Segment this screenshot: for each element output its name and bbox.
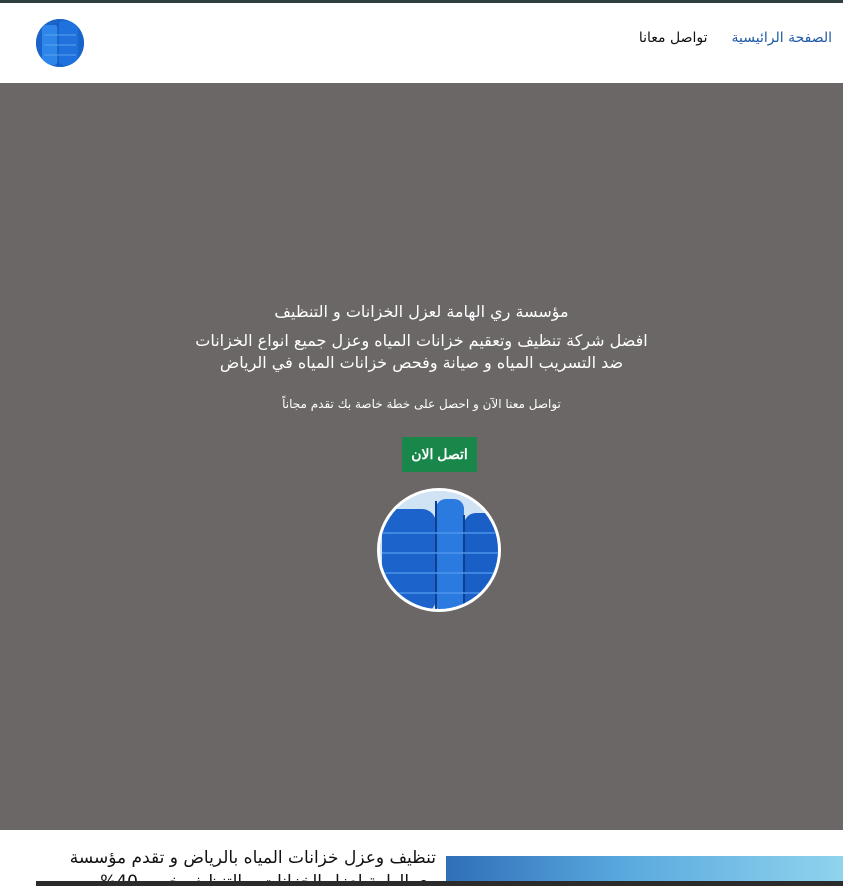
hero-description: افضل شركة تنظيف وتعقيم خزانات المياه وعز… [0, 330, 843, 374]
hero-title: مؤسسة ري الهامة لعزل الخزانات و التنظيف [274, 302, 569, 321]
hero-tank-image [377, 488, 501, 612]
hero-description-line-2: ضد التسريب المياه و صيانة وفحص خزانات ال… [219, 353, 624, 372]
bottom-bar [36, 881, 843, 886]
main-nav: الصفحة الرائيسية تواصل معانا [639, 30, 832, 46]
hero-subtitle: تواصل معنا الآن و احصل على خطة خاصة بك ت… [282, 397, 561, 411]
hero-description-line-1: افضل شركة تنظيف وتعقيم خزانات المياه وعز… [195, 331, 648, 350]
nav-link-home[interactable]: الصفحة الرائيسية [732, 30, 832, 46]
about-text: تنظيف وعزل خزانات المياه بالرياض و تقدم … [69, 848, 436, 886]
call-now-button[interactable]: اتصل الان [402, 437, 477, 472]
nav-link-contact[interactable]: تواصل معانا [639, 30, 708, 46]
navbar: الصفحة الرائيسية تواصل معانا [0, 3, 843, 83]
about-section: تنظيف وعزل خزانات المياه بالرياض و تقدم … [0, 830, 843, 886]
hero-section: مؤسسة ري الهامة لعزل الخزانات و التنظيف … [0, 83, 843, 830]
site-logo[interactable] [36, 19, 84, 67]
water-tanks-icon [380, 491, 498, 609]
water-tank-icon [36, 19, 84, 67]
